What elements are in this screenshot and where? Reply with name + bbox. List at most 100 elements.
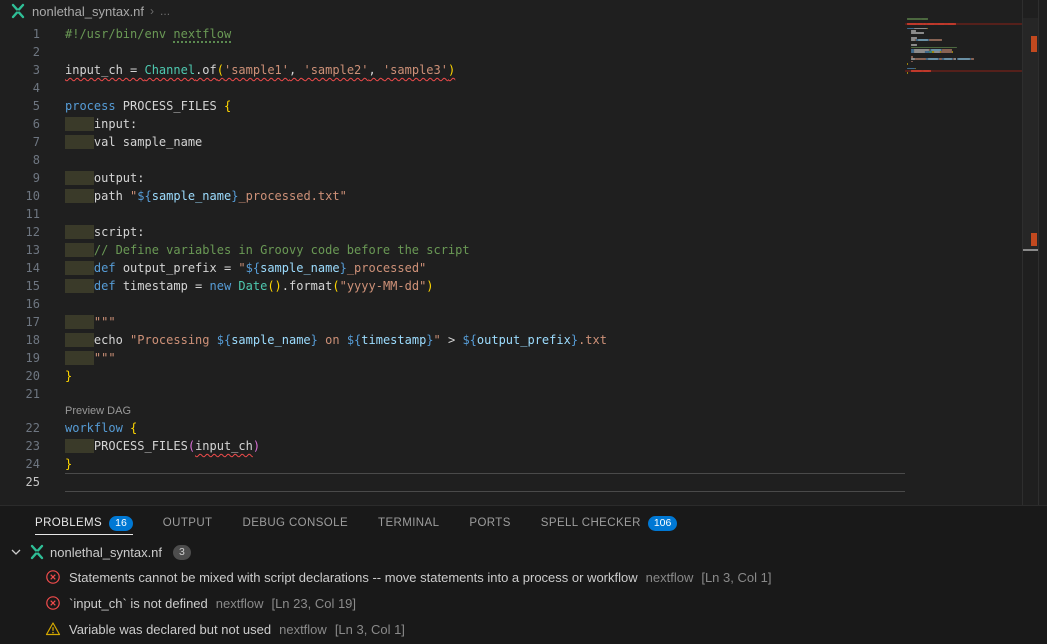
- code-line-10[interactable]: 10 path "${sample_name}_processed.txt": [0, 187, 905, 205]
- line-number[interactable]: 13: [0, 241, 40, 259]
- line-number[interactable]: 5: [0, 97, 40, 115]
- line-number[interactable]: 12: [0, 223, 40, 241]
- code-line-24[interactable]: 24}: [0, 455, 905, 473]
- code-token: }: [65, 369, 72, 383]
- code-token: "Processing: [130, 333, 217, 347]
- code-editor[interactable]: 1#!/usr/bin/env nextflow23input_ch = Cha…: [0, 25, 905, 491]
- code-line-7[interactable]: 7 val sample_name: [0, 133, 905, 151]
- line-number[interactable]: 10: [0, 187, 40, 205]
- tab-spell-checker[interactable]: SPELL CHECKER 106: [541, 506, 678, 540]
- code-line-1[interactable]: 1#!/usr/bin/env nextflow: [0, 25, 905, 43]
- code-line-2[interactable]: 2: [0, 43, 905, 61]
- tab-terminal[interactable]: TERMINAL: [378, 506, 439, 540]
- code-line-16[interactable]: 16: [0, 295, 905, 313]
- code-line-12[interactable]: 12 script:: [0, 223, 905, 241]
- line-number[interactable]: 11: [0, 205, 40, 223]
- problem-row[interactable]: Statements cannot be mixed with script d…: [0, 564, 1047, 590]
- code-line-21[interactable]: 21: [0, 385, 905, 403]
- code-token: }: [571, 333, 578, 347]
- codelens-preview-dag[interactable]: Preview DAG: [0, 403, 905, 419]
- minimap-line: [947, 23, 955, 25]
- line-number[interactable]: 16: [0, 295, 40, 313]
- line-number[interactable]: 25: [0, 473, 40, 491]
- code-line-25[interactable]: 25: [0, 473, 905, 491]
- line-number[interactable]: 14: [0, 259, 40, 277]
- minimap[interactable]: [905, 18, 1022, 98]
- minimap-line: [921, 18, 928, 20]
- line-number[interactable]: 8: [0, 151, 40, 169]
- line-number[interactable]: 23: [0, 437, 40, 455]
- code-token: ${: [217, 333, 231, 347]
- code-token: sample_name: [231, 333, 310, 347]
- code-token: (): [267, 279, 281, 293]
- problem-position: [Ln 23, Col 19]: [271, 596, 356, 611]
- line-number[interactable]: 21: [0, 385, 40, 403]
- problem-row[interactable]: Variable was declared but not used nextf…: [0, 616, 1047, 642]
- minimap-line: [941, 51, 952, 53]
- code-line-4[interactable]: 4: [0, 79, 905, 97]
- minimap-line: [907, 23, 917, 25]
- code-line-8[interactable]: 8: [0, 151, 905, 169]
- breadcrumb-file-name[interactable]: nonlethal_syntax.nf: [32, 4, 144, 19]
- line-number[interactable]: 19: [0, 349, 40, 367]
- tab-problems[interactable]: PROBLEMS 16: [35, 506, 133, 540]
- code-line-5[interactable]: 5process PROCESS_FILES {: [0, 97, 905, 115]
- line-number[interactable]: 6: [0, 115, 40, 133]
- code-line-6[interactable]: 6 input:: [0, 115, 905, 133]
- line-number[interactable]: 22: [0, 419, 40, 437]
- code-token: path: [94, 189, 130, 203]
- code-line-19[interactable]: 19 """: [0, 349, 905, 367]
- code-token: script:: [94, 225, 145, 239]
- code-token: (: [217, 63, 224, 77]
- line-number[interactable]: 3: [0, 61, 40, 79]
- tab-output[interactable]: OUTPUT: [163, 506, 213, 540]
- indent-highlight: [65, 315, 94, 329]
- problem-row[interactable]: `input_ch` is not defined nextflow [Ln 2…: [0, 590, 1047, 616]
- code-line-23[interactable]: 23 PROCESS_FILES(input_ch): [0, 437, 905, 455]
- code-token: {: [224, 99, 231, 113]
- line-number[interactable]: 9: [0, 169, 40, 187]
- line-number[interactable]: 2: [0, 43, 40, 61]
- code-token: ${: [246, 261, 260, 275]
- code-line-11[interactable]: 11: [0, 205, 905, 223]
- code-token: ${: [347, 333, 361, 347]
- code-token: Date: [238, 279, 267, 293]
- minimap-line: [914, 28, 927, 30]
- code-line-3[interactable]: 3input_ch = Channel.of('sample1', 'sampl…: [0, 61, 905, 79]
- problem-position: [Ln 3, Col 1]: [701, 570, 771, 585]
- minimap-line: [929, 39, 943, 41]
- line-number[interactable]: 20: [0, 367, 40, 385]
- line-number[interactable]: 7: [0, 133, 40, 151]
- line-number[interactable]: 18: [0, 331, 40, 349]
- line-number[interactable]: 17: [0, 313, 40, 331]
- line-number[interactable]: 1: [0, 25, 40, 43]
- breadcrumb[interactable]: nonlethal_syntax.nf › ...: [0, 0, 170, 22]
- code-line-9[interactable]: 9 output:: [0, 169, 905, 187]
- code-token: .format: [282, 279, 333, 293]
- scrollbar-slider[interactable]: [1023, 18, 1038, 250]
- code-token: }: [426, 333, 433, 347]
- code-line-15[interactable]: 15 def timestamp = new Date().format("yy…: [0, 277, 905, 295]
- code-line-13[interactable]: 13 // Define variables in Groovy code be…: [0, 241, 905, 259]
- code-line-18[interactable]: 18 echo "Processing ${sample_name} on ${…: [0, 331, 905, 349]
- code-token: input_ch =: [65, 63, 144, 77]
- problems-file-group[interactable]: nonlethal_syntax.nf 3: [0, 540, 1047, 564]
- code-line-17[interactable]: 17 """: [0, 313, 905, 331]
- code-line-20[interactable]: 20}: [0, 367, 905, 385]
- code-line-22[interactable]: 22workflow {: [0, 419, 905, 437]
- tab-debug-console[interactable]: DEBUG CONSOLE: [242, 506, 348, 540]
- minimap-line: [937, 23, 945, 25]
- code-token: "yyyy-MM-dd": [340, 279, 427, 293]
- scrollbar-overview-ruler[interactable]: [1022, 0, 1039, 505]
- line-number[interactable]: 15: [0, 277, 40, 295]
- vscode-window: nonlethal_syntax.nf › ... 1#!/usr/bin/en…: [0, 0, 1047, 644]
- line-content: PROCESS_FILES(input_ch): [65, 439, 260, 453]
- line-number[interactable]: 4: [0, 79, 40, 97]
- chevron-down-icon[interactable]: [8, 544, 24, 560]
- code-line-14[interactable]: 14 def output_prefix = "${sample_name}_p…: [0, 259, 905, 277]
- tab-ports[interactable]: PORTS: [469, 506, 510, 540]
- code-token: 'sample2': [303, 63, 368, 77]
- line-number[interactable]: 24: [0, 455, 40, 473]
- line-content: input:: [65, 117, 137, 131]
- breadcrumb-more[interactable]: ...: [160, 4, 170, 18]
